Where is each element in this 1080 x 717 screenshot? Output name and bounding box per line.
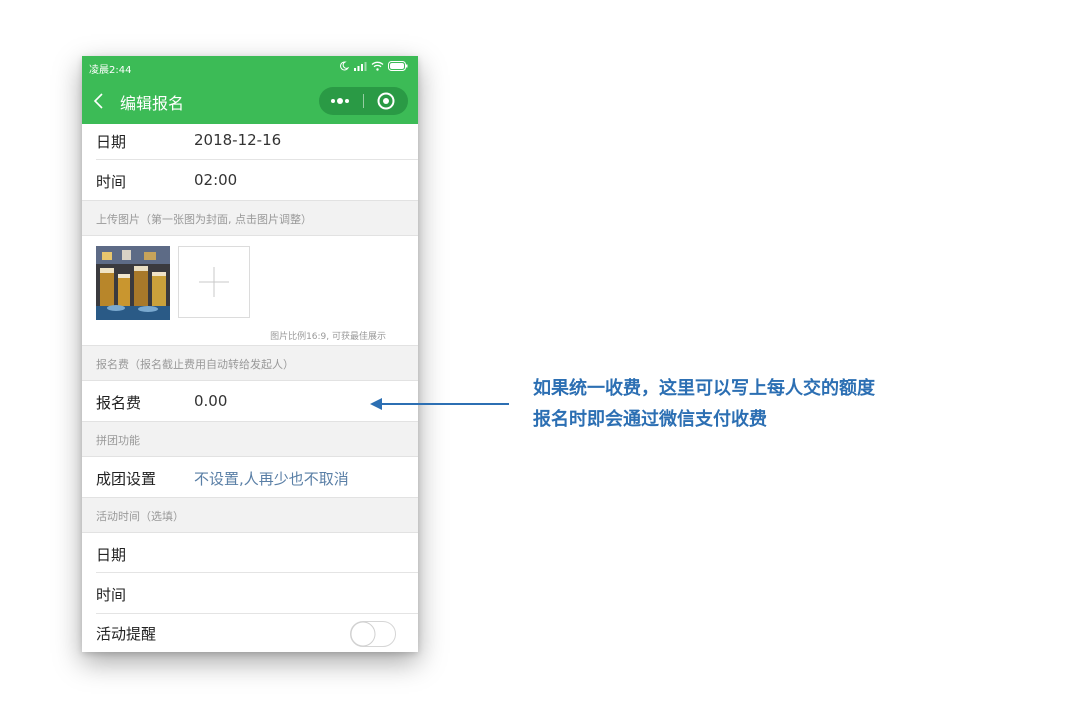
group-row[interactable]: 成团设置 不设置,人再少也不取消 <box>82 457 418 497</box>
phone-screen: 凌晨2:44 编辑报名 日期 2018-12-16 时间 02:00 上传图片（… <box>82 56 418 652</box>
activity-date-label: 日期 <box>96 546 127 564</box>
group-section-header: 拼团功能 <box>82 421 418 457</box>
wifi-icon <box>371 61 384 71</box>
cover-photo[interactable] <box>96 246 170 320</box>
date-value: 2018-12-16 <box>194 131 282 149</box>
date-label: 日期 <box>96 133 127 151</box>
group-label: 成团设置 <box>96 470 157 488</box>
upload-panel: 图片比例16:9, 可获最佳展示 <box>82 236 418 345</box>
battery-icon <box>388 61 408 71</box>
reminder-toggle[interactable] <box>350 621 396 647</box>
callout-line-1: 如果统一收费，这里可以写上每人交的额度 <box>533 378 875 399</box>
activity-time-row[interactable]: 时间 <box>82 573 418 614</box>
moon-icon <box>340 61 349 71</box>
fee-section-label: 报名费（报名截止费用自动转给发起人） <box>96 358 294 371</box>
activity-section-header: 活动时间（选填） <box>82 497 418 533</box>
upload-section-label: 上传图片（第一张图为封面, 点击图片调整） <box>96 213 312 226</box>
fee-row[interactable]: 报名费 0.00 <box>82 381 418 421</box>
activity-section-label: 活动时间（选填） <box>96 510 184 523</box>
page-title: 编辑报名 <box>120 94 185 113</box>
signal-icon <box>354 62 367 71</box>
status-icons <box>339 60 408 72</box>
reminder-row: 活动提醒 <box>82 614 418 652</box>
fee-label: 报名费 <box>96 394 142 412</box>
form-content: 日期 2018-12-16 时间 02:00 上传图片（第一张图为封面, 点击图… <box>82 124 418 652</box>
ratio-hint: 图片比例16:9, 可获最佳展示 <box>270 332 386 342</box>
activity-date-row[interactable]: 日期 <box>82 533 418 573</box>
reminder-label: 活动提醒 <box>96 625 157 643</box>
status-bar: 凌晨2:44 <box>82 56 418 78</box>
nav-bar: 编辑报名 <box>82 78 418 124</box>
add-photo-button[interactable] <box>178 246 250 318</box>
more-icon[interactable] <box>319 87 363 115</box>
close-icon[interactable] <box>364 87 408 115</box>
header: 凌晨2:44 编辑报名 <box>82 56 418 124</box>
group-value[interactable]: 不设置,人再少也不取消 <box>194 468 349 489</box>
callout-line-2: 报名时即会通过微信支付收费 <box>533 409 767 430</box>
date-row[interactable]: 日期 2018-12-16 <box>82 124 418 160</box>
status-time: 凌晨2:44 <box>89 65 132 76</box>
group-section-label: 拼团功能 <box>96 434 140 447</box>
plus-icon <box>199 267 229 297</box>
upload-section-header: 上传图片（第一张图为封面, 点击图片调整） <box>82 200 418 236</box>
time-value: 02:00 <box>194 171 238 189</box>
fee-value[interactable]: 0.00 <box>194 392 227 410</box>
fee-section-header: 报名费（报名截止费用自动转给发起人） <box>82 345 418 381</box>
activity-time-label: 时间 <box>96 586 127 604</box>
time-label: 时间 <box>96 173 127 191</box>
callout-annotation: 如果统一收费，这里可以写上每人交的额度 报名时即会通过微信支付收费 <box>533 373 875 435</box>
time-row[interactable]: 时间 02:00 <box>82 160 418 200</box>
back-icon[interactable] <box>92 90 106 112</box>
mini-program-capsule <box>319 87 408 115</box>
